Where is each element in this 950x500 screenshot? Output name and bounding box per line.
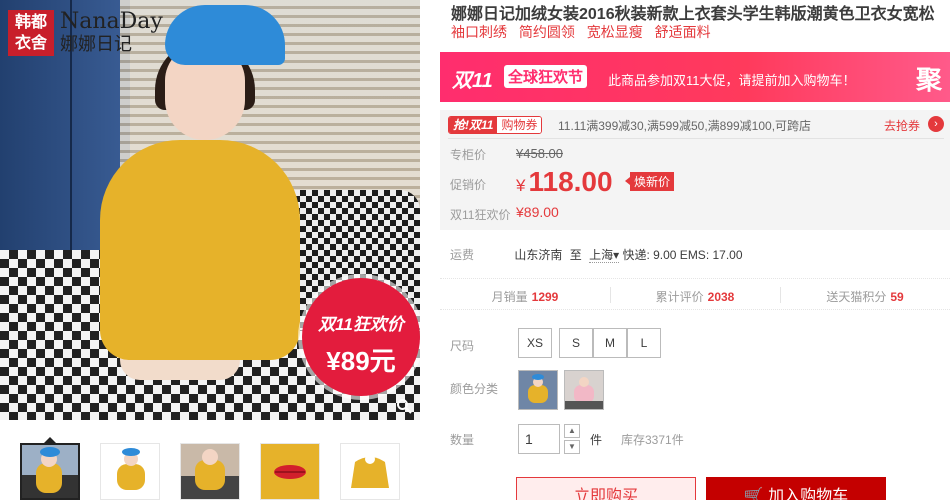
juhuasuan-mark: 聚 [915, 65, 942, 95]
add-cart-label: 加入购物车 [768, 488, 849, 500]
brand-name-en: NanaDay [60, 9, 163, 34]
stat-value: 59 [890, 290, 904, 304]
size-option-m[interactable]: M [593, 328, 627, 358]
size-label: 尺码 [450, 339, 475, 353]
stat-reviews[interactable]: 累计评价 2038 [610, 288, 780, 305]
shipping-fees: 快递: 9.00 EMS: 17.00 [622, 248, 743, 262]
feature-2: 简约圆领 [518, 24, 575, 40]
cart-icon: 🛒 [743, 488, 769, 500]
product-title: 娜娜日记加绒女装2016秋装新款上衣套头学生韩版潮黄色卫衣女宽松 [451, 6, 935, 23]
zoom-icon[interactable] [396, 398, 412, 414]
thumbnail-2[interactable] [100, 443, 160, 500]
coupon-text: 11.11满399减30,满599减50,满899减100,可跨店 [558, 119, 812, 133]
stat-value: 2038 [707, 290, 735, 304]
shipping-label: 运费 [450, 248, 475, 262]
banner-text: 此商品参加双11大促，请提前加入购物车！ [608, 73, 856, 88]
product-info-panel: 娜娜日记加绒女装2016秋装新款上衣套头学生韩版潮黄色卫衣女宽松 袖口刺绣 简约… [440, 0, 950, 500]
coupon-row: 抢!双11 购物券 11.11满399减30,满599减50,满899减100,… [448, 116, 944, 134]
color-option-pink[interactable] [564, 370, 604, 410]
size-option-s[interactable]: S [559, 328, 593, 358]
price-box: 抢!双11 购物券 11.11满399减30,满599减50,满899减100,… [440, 110, 950, 230]
brand-name: NanaDay 娜娜日记 [60, 9, 163, 55]
buy-now-button[interactable]: 立即购买 [516, 477, 696, 500]
brand-name-cn: 娜娜日记 [60, 34, 132, 54]
banner-logo: 双11 [452, 70, 493, 92]
ship-to-value: 上海 [589, 248, 614, 262]
color-option-yellow[interactable] [518, 370, 558, 410]
coupon-badge-b: 购物券 [497, 117, 542, 133]
double11-price: ¥89.00 [516, 204, 559, 220]
quantity-unit: 件 [590, 433, 603, 447]
thumbnail-3[interactable] [180, 443, 240, 500]
brand-logo: 韩都 衣舍 [8, 10, 54, 56]
quantity-input[interactable] [518, 424, 560, 454]
promo-price-amount: 118.00 [528, 166, 613, 197]
banner-tag: 全球狂欢节 [504, 65, 588, 88]
double11-banner[interactable]: 双11 全球狂欢节 此商品参加双11大促，请提前加入购物车！ 聚 [440, 52, 950, 102]
promo-price-label: 促销价 [450, 178, 487, 192]
original-price: ¥458.00 [516, 146, 563, 161]
main-product-image[interactable]: 韩都 衣舍 NanaDay 娜娜日记 双11狂欢价 ¥89元 [0, 0, 420, 420]
stat-monthly-sales: 月销量 1299 [440, 288, 610, 305]
stats-bar: 月销量 1299 累计评价 2038 送天猫积分 59 [440, 278, 950, 310]
double11-price-badge: 双11狂欢价 ¥89元 [302, 278, 420, 396]
thumbnail-1[interactable] [20, 443, 80, 500]
get-coupon-link[interactable]: 去抢券 [884, 117, 920, 134]
feature-4: 舒适面料 [654, 24, 711, 40]
stat-label: 累计评价 [655, 290, 704, 304]
feature-3: 宽松显瘦 [586, 24, 643, 40]
currency-symbol: ¥ [516, 176, 526, 195]
ship-to-word: 至 [569, 248, 582, 262]
add-to-cart-button[interactable]: 🛒 加入购物车 [706, 477, 886, 500]
size-option-l[interactable]: L [627, 328, 661, 358]
shipping-row: 运费 山东济南 至 上海▾ 快递: 9.00 EMS: 17.00 [450, 246, 743, 263]
size-option-xs[interactable]: XS [518, 328, 552, 358]
coupon-badge-a: 抢!双11 [449, 117, 498, 133]
badge-line2: ¥89元 [326, 346, 396, 376]
quantity-decrease-button[interactable]: ▼ [564, 440, 580, 454]
original-price-label: 专柜价 [450, 148, 487, 162]
image-sweater [100, 140, 300, 360]
stat-value: 1299 [531, 290, 559, 304]
thumbnail-5[interactable] [340, 443, 400, 500]
stat-label: 月销量 [491, 290, 528, 304]
stat-label: 送天猫积分 [826, 290, 887, 304]
quantity-increase-button[interactable]: ▲ [564, 424, 580, 438]
color-label: 颜色分类 [450, 382, 499, 396]
double11-price-label: 双11狂欢价 [450, 208, 511, 222]
chevron-down-icon: ▾ [613, 248, 620, 262]
promo-price: ¥118.00 [516, 166, 613, 198]
feature-1: 袖口刺绣 [451, 24, 507, 40]
thumbnail-strip [0, 437, 420, 500]
product-gallery: 韩都 衣舍 NanaDay 娜娜日记 双11狂欢价 ¥89元 [0, 0, 420, 500]
price-divider [448, 138, 944, 139]
thumbnail-4[interactable] [260, 443, 320, 500]
chevron-right-icon[interactable]: › [928, 116, 944, 132]
image-cap [165, 5, 285, 65]
stat-points: 送天猫积分 59 [780, 288, 950, 305]
ship-from: 山东济南 [514, 248, 563, 262]
ship-to-select[interactable]: 上海▾ [589, 248, 620, 263]
badge-line1: 双11狂欢价 [318, 315, 404, 334]
stock-count: 库存3371件 [621, 433, 684, 447]
new-price-tag: 焕新价 [624, 172, 675, 191]
quantity-label: 数量 [450, 433, 475, 447]
coupon-badge: 抢!双11 购物券 [448, 116, 543, 134]
product-features: 袖口刺绣 简约圆领 宽松显瘦 舒适面料 [451, 22, 719, 42]
